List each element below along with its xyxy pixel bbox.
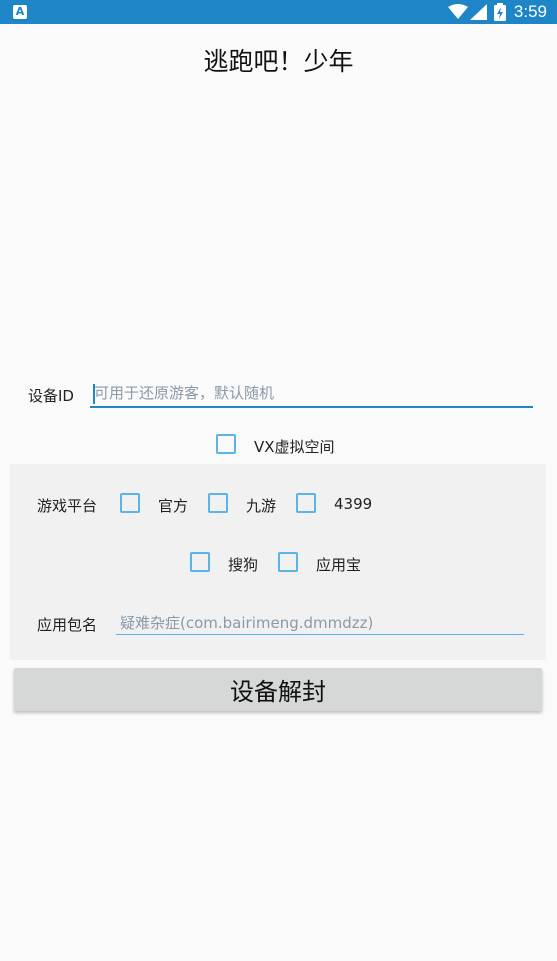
package-name-input[interactable] bbox=[116, 611, 524, 635]
device-id-input[interactable] bbox=[90, 380, 533, 408]
package-name-label: 应用包名 bbox=[37, 616, 98, 634]
clock: 3:59 bbox=[513, 2, 547, 21]
platform-official-label: 官方 bbox=[158, 497, 189, 515]
status-bar: A 3:59 bbox=[0, 0, 557, 24]
device-unlock-button[interactable]: 设备解封 bbox=[14, 668, 542, 711]
battery-charging-icon bbox=[493, 3, 506, 21]
app-title: 逃跑吧！少年 bbox=[203, 47, 354, 76]
text-cursor bbox=[93, 384, 95, 404]
platform-jiuyou-label: 九游 bbox=[246, 497, 277, 515]
platform-4399-label: 4399 bbox=[334, 495, 373, 513]
vx-space-label: VX虚拟空间 bbox=[254, 438, 335, 456]
platform-yingyongbao-checkbox[interactable] bbox=[278, 552, 298, 572]
wifi-icon bbox=[447, 4, 468, 19]
signal-icon bbox=[469, 4, 487, 20]
device-id-label: 设备ID bbox=[28, 387, 74, 405]
platform-jiuyou-checkbox[interactable] bbox=[208, 493, 228, 513]
platform-label: 游戏平台 bbox=[37, 497, 98, 515]
device-id-row: 设备ID bbox=[0, 380, 557, 410]
status-icons: 3:59 bbox=[447, 0, 547, 24]
platform-official-checkbox[interactable] bbox=[120, 493, 140, 513]
vx-space-checkbox[interactable] bbox=[216, 434, 236, 454]
app-notification-icon: A bbox=[13, 5, 27, 19]
platform-4399-checkbox[interactable] bbox=[296, 493, 316, 513]
platform-yingyongbao-label: 应用宝 bbox=[316, 556, 362, 574]
platform-sogou-checkbox[interactable] bbox=[190, 552, 210, 572]
platform-sogou-label: 搜狗 bbox=[228, 556, 259, 574]
